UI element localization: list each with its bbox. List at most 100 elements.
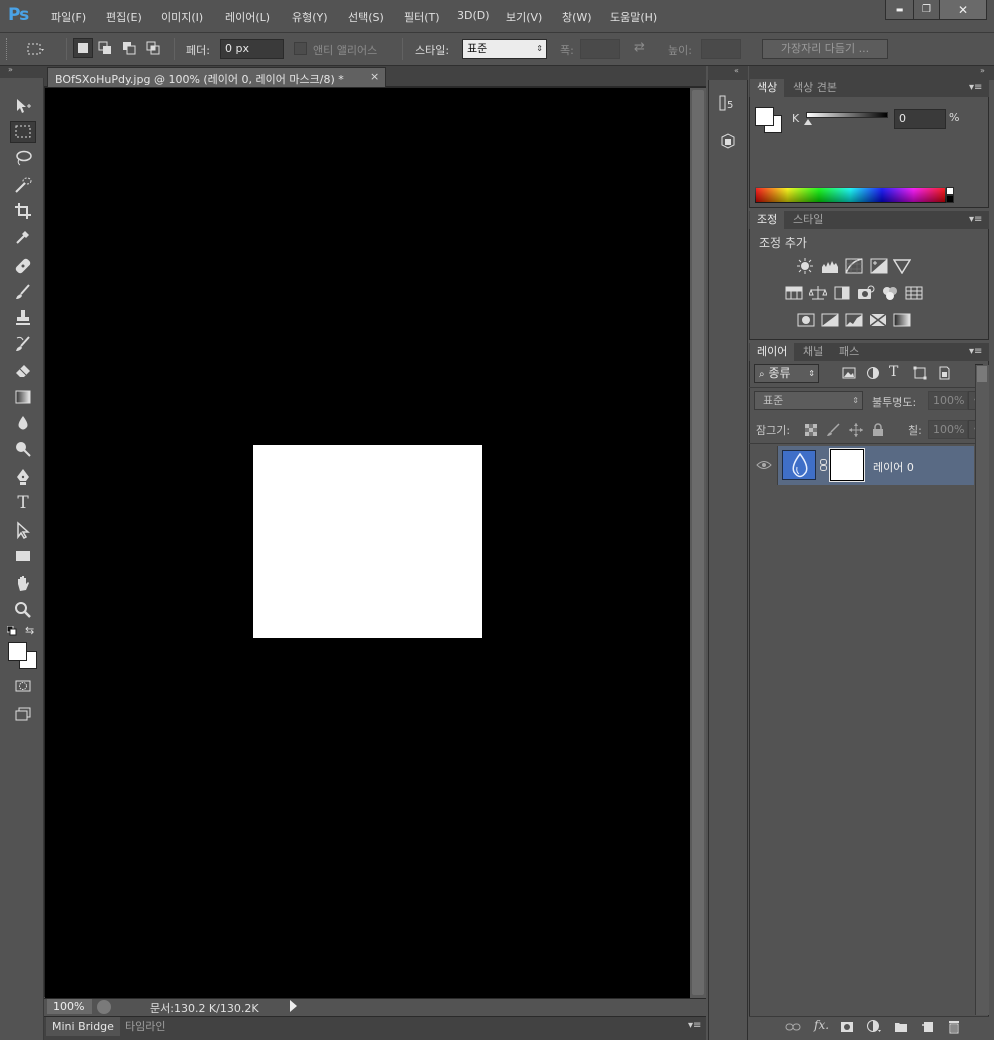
fill-input[interactable]: 100% xyxy=(928,420,968,439)
invert-button[interactable] xyxy=(796,311,816,329)
k-slider-track[interactable] xyxy=(806,112,888,118)
lock-all-button[interactable] xyxy=(872,423,884,437)
bottom-panel-menu-icon[interactable]: ▾≡ xyxy=(688,1020,701,1031)
new-adjustment-layer-button[interactable] xyxy=(866,1019,882,1033)
close-button[interactable]: ✕ xyxy=(939,0,987,20)
filter-shape-layers-button[interactable] xyxy=(913,366,927,380)
lock-position-button[interactable] xyxy=(849,423,863,437)
intersect-selection-button[interactable] xyxy=(145,39,163,57)
tools-panel-header[interactable]: » xyxy=(0,65,44,78)
dock-header[interactable]: « xyxy=(708,66,748,80)
filter-pixel-layers-button[interactable] xyxy=(842,366,856,380)
history-panel-button[interactable]: 5 xyxy=(714,90,742,116)
properties-panel-button[interactable] xyxy=(714,128,742,154)
screen-mode-button[interactable] xyxy=(10,703,36,725)
channel-mixer-button[interactable] xyxy=(880,284,900,302)
tab-paths[interactable]: 패스 xyxy=(832,343,866,361)
brush-tool[interactable] xyxy=(10,281,36,303)
gradient-map-button[interactable] xyxy=(892,311,912,329)
k-value-input[interactable]: 0 xyxy=(894,109,946,129)
photo-filter-button[interactable] xyxy=(856,284,876,302)
tab-layers[interactable]: 레이어 xyxy=(750,343,795,361)
tab-styles[interactable]: 스타일 xyxy=(786,211,830,229)
exposure-button[interactable] xyxy=(869,257,889,275)
swap-dimensions-icon[interactable]: ⇄ xyxy=(634,40,645,55)
type-tool[interactable]: T xyxy=(10,492,36,514)
threshold-button[interactable] xyxy=(844,311,864,329)
new-selection-button[interactable] xyxy=(73,38,93,58)
tool-preset-picker[interactable] xyxy=(26,40,44,58)
zoom-tool[interactable] xyxy=(10,599,36,621)
right-dock-header[interactable]: » xyxy=(749,66,994,80)
layer-name[interactable]: 레이어 0 xyxy=(873,459,914,475)
filter-adjustment-layers-button[interactable] xyxy=(866,366,880,380)
layer-mask-thumbnail[interactable] xyxy=(829,448,865,482)
menu-3d[interactable]: 3D(D) xyxy=(457,9,490,22)
tab-mini-bridge[interactable]: Mini Bridge xyxy=(46,1017,120,1036)
menu-file[interactable]: 파일(F) xyxy=(51,9,86,25)
menu-help[interactable]: 도움말(H) xyxy=(610,9,657,25)
menu-filter[interactable]: 필터(T) xyxy=(404,9,440,25)
blur-tool[interactable] xyxy=(10,412,36,434)
clone-stamp-tool[interactable] xyxy=(10,307,36,329)
blend-mode-select[interactable]: 표준 ⇕ xyxy=(754,391,863,410)
status-menu-arrow-icon[interactable] xyxy=(290,1000,297,1012)
menu-view[interactable]: 보기(V) xyxy=(506,9,542,25)
default-colors-button[interactable] xyxy=(6,625,17,636)
crop-tool[interactable] xyxy=(10,200,36,222)
document-close-icon[interactable]: × xyxy=(370,70,379,83)
width-input[interactable] xyxy=(580,39,620,59)
options-grip[interactable] xyxy=(6,38,10,60)
menu-type[interactable]: 유형(Y) xyxy=(292,9,328,25)
pen-tool[interactable] xyxy=(10,466,36,488)
swap-colors-icon[interactable]: ⇆ xyxy=(25,624,34,637)
zoom-level-field[interactable]: 100% xyxy=(47,999,92,1014)
path-selection-tool[interactable] xyxy=(10,519,36,541)
marquee-tool[interactable] xyxy=(10,121,36,143)
link-layers-button[interactable] xyxy=(785,1020,801,1034)
eraser-tool[interactable] xyxy=(10,359,36,381)
maximize-button[interactable]: ❐ xyxy=(913,0,940,20)
layer-thumbnail[interactable] xyxy=(782,450,816,480)
tab-color[interactable]: 색상 xyxy=(750,79,785,97)
refine-edge-button[interactable]: 가장자리 다듬기 ... xyxy=(762,39,888,59)
menu-image[interactable]: 이미지(I) xyxy=(161,9,203,25)
tab-adjustments[interactable]: 조정 xyxy=(750,211,785,229)
add-mask-button[interactable] xyxy=(840,1020,854,1034)
history-brush-tool[interactable] xyxy=(10,333,36,355)
mask-link-icon[interactable] xyxy=(819,459,828,471)
layers-scrollbar[interactable] xyxy=(975,365,989,1015)
menu-window[interactable]: 창(W) xyxy=(562,9,592,25)
tab-channels[interactable]: 채널 xyxy=(796,343,830,361)
foreground-color-swatch[interactable] xyxy=(8,642,27,661)
quick-mask-button[interactable] xyxy=(10,675,36,697)
ramp-black-chip[interactable] xyxy=(946,195,954,203)
filter-type-layers-icon[interactable]: T xyxy=(889,364,903,380)
brightness-contrast-button[interactable] xyxy=(795,257,815,275)
levels-button[interactable] xyxy=(820,257,840,275)
color-panel-foreground-swatch[interactable] xyxy=(755,107,774,126)
height-input[interactable] xyxy=(701,39,741,59)
color-lookup-button[interactable] xyxy=(904,284,924,302)
posterize-button[interactable] xyxy=(820,311,840,329)
menu-edit[interactable]: 편집(E) xyxy=(106,9,142,25)
opacity-input[interactable]: 100% xyxy=(928,391,968,410)
layer-visibility-cell[interactable] xyxy=(750,446,778,485)
lock-transparent-pixels-button[interactable] xyxy=(805,424,817,436)
color-balance-button[interactable] xyxy=(808,284,828,302)
rectangle-tool[interactable] xyxy=(10,545,36,567)
layers-panel-menu-icon[interactable]: ▾≡ xyxy=(969,346,982,357)
lasso-tool[interactable] xyxy=(10,147,36,169)
style-select[interactable]: 표준 ⇕ xyxy=(462,39,547,59)
feather-input[interactable]: 0 px xyxy=(220,39,284,59)
k-slider-handle[interactable] xyxy=(804,119,812,125)
healing-brush-tool[interactable] xyxy=(10,255,36,277)
eyedropper-tool[interactable] xyxy=(10,226,36,248)
move-tool[interactable] xyxy=(10,95,36,117)
minimize-button[interactable]: ▬ xyxy=(885,0,914,20)
selective-color-button[interactable] xyxy=(868,311,888,329)
lock-image-pixels-button[interactable] xyxy=(826,423,840,437)
layer-filter-kind-select[interactable]: ⌕ 종류 ⇕ xyxy=(754,364,819,383)
layer-style-fx-icon[interactable]: fx. xyxy=(814,1018,829,1032)
black-white-button[interactable] xyxy=(832,284,852,302)
